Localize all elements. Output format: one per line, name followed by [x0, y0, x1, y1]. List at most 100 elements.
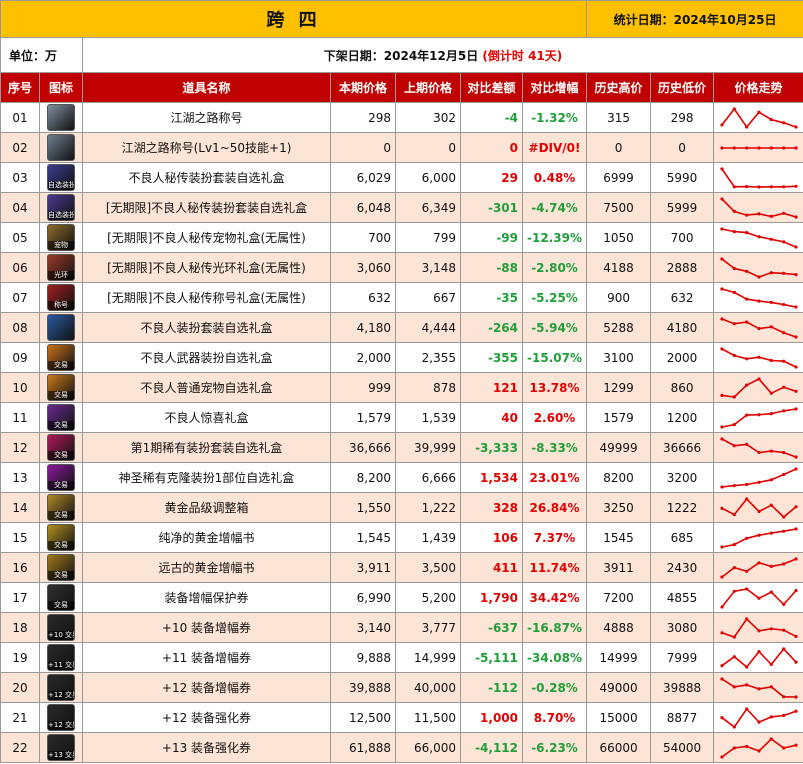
item-name: +12 装备增幅券	[82, 672, 331, 703]
trend-point	[793, 184, 798, 188]
trend-point	[744, 496, 748, 501]
trend-point	[732, 483, 736, 487]
price-pct: -16.87%	[521, 612, 588, 643]
trend-point	[756, 748, 761, 753]
trend-point	[719, 544, 724, 549]
current-price: 6,048	[330, 192, 396, 223]
trend-point	[756, 686, 761, 690]
item-icon-cell: +12 交易	[39, 672, 83, 703]
row-number: 12	[0, 432, 40, 463]
trend-point	[732, 353, 736, 357]
price-trend	[713, 282, 803, 313]
col-header-high: 历史高价	[586, 72, 652, 103]
trend-point	[744, 664, 748, 669]
table-row: 20 +12 交易 +12 装备增幅券39,88840,000-112-0.28%4…	[0, 672, 803, 703]
trend-point	[719, 676, 724, 681]
icon-tag-label: 交易	[48, 601, 74, 610]
col-header-previous-price: 上期价格	[395, 72, 461, 103]
trend-point	[719, 286, 724, 291]
aura-box-icon: 光环	[47, 254, 75, 281]
trend-point	[719, 226, 724, 231]
icon-tag-label: +13 交易	[48, 751, 74, 760]
item-icon-cell: 宠物	[39, 222, 83, 253]
trend-sparkline	[719, 556, 798, 579]
trend-point	[756, 184, 761, 189]
table-row: 06 光环 [无期限]不良人秘传光环礼盒(无属性) 3,060 3,148 -88 -2.8…	[0, 252, 803, 283]
outfit-box-icon: 自选装扮	[47, 194, 75, 221]
trend-sparkline	[719, 376, 798, 399]
previous-price: 6,666	[395, 462, 461, 493]
trend-point	[781, 745, 785, 750]
trend-point	[781, 408, 785, 412]
trend-point	[732, 512, 736, 516]
trend-point	[744, 297, 748, 301]
item-name: [无期限]不良人秘传称号礼盒(无属性)	[82, 282, 331, 313]
trend-point	[781, 302, 785, 306]
trend-point	[719, 145, 724, 150]
price-trend	[713, 342, 803, 373]
trend-point	[732, 589, 736, 593]
item-name: 装备增幅保护券	[82, 582, 331, 613]
table-row: 18 +10 交易 +10 装备增幅券3,1403,777-637-16.87%48…	[0, 612, 803, 643]
row-number: 10	[0, 372, 40, 403]
trend-point	[793, 660, 798, 664]
trend-point	[756, 299, 761, 303]
price-diff: -3,333	[460, 432, 523, 463]
price-pct: 8.70%	[521, 702, 588, 733]
trend-point	[744, 482, 748, 486]
price-diff: -355	[460, 342, 523, 373]
row-number: 04	[0, 192, 40, 223]
item-name: [无期限]不良人秘传宠物礼盒(无属性)	[82, 222, 331, 253]
table-row: 02 江湖之路称号(Lv1~50技能+1) 0 0 0 #DIV/0! 0 0	[0, 132, 803, 163]
trend-point	[732, 634, 736, 639]
history-high: 4888	[586, 612, 652, 643]
unit-row: 单位：万 下架日期：2024年12月5日 (倒计时 41天)	[0, 37, 803, 73]
trend-point	[781, 184, 785, 188]
price-pct: 7.37%	[521, 522, 588, 553]
item-name: +11 装备增幅券	[82, 642, 331, 673]
price-pct: -12.39%	[521, 222, 588, 253]
table-row: 22 +13 交易 +13 装备强化券61,88866,000-4,112-6.23…	[0, 732, 803, 763]
icon-tag-label: 交易	[48, 451, 74, 460]
trend-sparkline	[719, 286, 798, 309]
price-trend	[713, 552, 803, 583]
trend-point	[793, 389, 798, 393]
price-pct: -4.74%	[521, 192, 588, 223]
trend-sparkline	[719, 436, 798, 459]
offshelf-date: 下架日期：2024年12月5日 (倒计时 41天)	[81, 37, 803, 73]
icon-tag-label: +10 交易	[48, 631, 74, 640]
price-diff: -99	[460, 222, 523, 253]
trend-point	[744, 320, 748, 324]
table-row: 21 +12 交易 +12 装备强化券12,50011,5001,0008.70%1…	[0, 702, 803, 733]
current-price: 4,180	[330, 312, 396, 343]
trend-point	[793, 743, 798, 747]
item-icon-cell: 交易	[39, 432, 83, 463]
current-price: 39,888	[330, 672, 396, 703]
trend-point	[719, 346, 724, 351]
trend-sparkline	[719, 256, 798, 279]
item-name: 不良人惊喜礼盒	[82, 402, 331, 433]
icon-tag-label: 交易	[48, 541, 74, 550]
trend-point	[793, 272, 798, 276]
trend-point	[732, 565, 736, 569]
trend-point	[781, 529, 785, 533]
column-header-row: 序号 图标 道具名称 本期价格 上期价格 对比差额 对比增幅 历史高价 历史低价…	[0, 72, 803, 103]
title-row: 跨 四 统计日期：2024年10月25日	[0, 0, 803, 38]
trend-point	[732, 266, 736, 270]
trend-point	[793, 634, 798, 638]
history-low: 36666	[650, 432, 715, 463]
trend-sparkline	[719, 646, 798, 669]
trend-point	[719, 484, 724, 489]
col-header-icon: 图标	[39, 72, 83, 103]
icon-tag-label: 自选装扮	[48, 181, 75, 190]
trend-point	[793, 504, 798, 508]
trend-point	[793, 454, 798, 459]
previous-price: 40,000	[395, 672, 461, 703]
trend-point	[732, 106, 736, 111]
trend-point	[793, 214, 798, 219]
history-high: 7500	[586, 192, 652, 223]
price-pct: -2.80%	[521, 252, 588, 283]
price-diff: 0	[460, 132, 523, 163]
price-diff: 40	[460, 402, 523, 433]
history-low: 632	[650, 282, 715, 313]
